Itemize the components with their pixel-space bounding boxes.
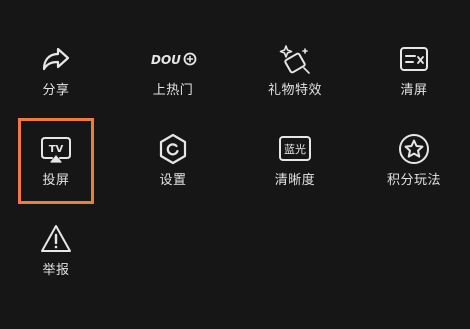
resolution-label: 清晰度 — [274, 173, 316, 188]
gift-sparkle-icon — [278, 42, 312, 76]
dou-text: DOU — [151, 53, 181, 67]
clear-screen-label: 清屏 — [400, 83, 428, 98]
resolution-icon: 蓝光 — [278, 132, 312, 166]
resolution-button[interactable]: 蓝光 清晰度 — [240, 117, 350, 203]
share-button[interactable]: 分享 — [1, 27, 111, 113]
gift-effects-label: 礼物特效 — [267, 83, 322, 98]
report-warning-icon — [39, 222, 73, 256]
cast-screen-label: 投屏 — [42, 173, 70, 188]
report-button[interactable]: 举报 — [1, 207, 111, 293]
cast-screen-button[interactable]: TV 投屏 — [1, 117, 111, 203]
points-play-label: 积分玩法 — [386, 173, 441, 188]
dou-plus-icon: DOU — [151, 42, 197, 76]
dou-plus-button[interactable]: DOU 上热门 — [118, 27, 228, 113]
settings-button[interactable]: 设置 — [118, 117, 228, 203]
tv-text: TV — [49, 144, 64, 155]
clear-screen-icon — [397, 42, 431, 76]
share-label: 分享 — [42, 83, 70, 98]
dou-plus-label: 上热门 — [152, 83, 194, 98]
report-label: 举报 — [42, 263, 70, 278]
blue-ray-text: 蓝光 — [284, 142, 306, 156]
settings-label: 设置 — [159, 173, 187, 188]
gift-effects-button[interactable]: 礼物特效 — [240, 27, 350, 113]
share-arrow-icon — [39, 42, 73, 76]
settings-hexagon-icon — [156, 132, 190, 166]
more-actions-panel: 分享 DOU 上热门 礼物特效 清屏 TV 投屏 设置 蓝光 清晰度 积分玩法 … — [0, 0, 470, 329]
star-points-icon — [397, 132, 431, 166]
points-play-button[interactable]: 积分玩法 — [359, 117, 469, 203]
clear-screen-button[interactable]: 清屏 — [359, 27, 469, 113]
tv-cast-icon: TV — [39, 132, 73, 166]
